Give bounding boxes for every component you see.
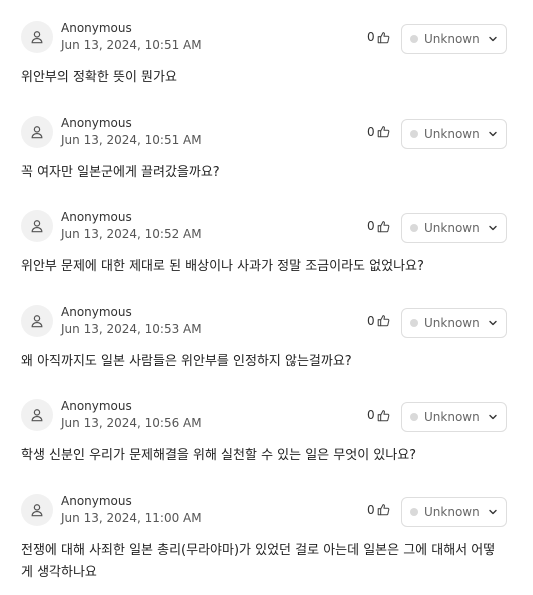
chevron-down-icon (489, 225, 497, 231)
like-button[interactable]: 0 (367, 314, 390, 328)
chevron-down-icon (489, 415, 497, 420)
question-text: 학생 신분인 우리가 문제해결을 위해 실천할 수 있는 일은 무엇이 있나요? (21, 448, 417, 464)
status-label: Unknown (424, 126, 480, 141)
timestamp: Jun 13, 2024, 11:00 AM (61, 510, 202, 525)
question-item: Anonymous Jun 13, 2024, 10:56 AM 0 Unkno… (0, 378, 533, 473)
status-dot-icon (410, 35, 418, 43)
status-dropdown[interactable]: Unknown (401, 24, 507, 54)
thumbs-up-icon (377, 504, 389, 516)
user-icon (31, 31, 43, 44)
question-item: Anonymous Jun 13, 2024, 11:00 AM 0 Unkno… (0, 473, 533, 580)
timestamp: Jun 13, 2024, 10:56 AM (61, 416, 202, 431)
author-name: Anonymous (61, 210, 132, 225)
status-dot-icon (410, 507, 418, 516)
status-dropdown[interactable]: Unknown (401, 402, 507, 433)
status-label: Unknown (424, 410, 480, 425)
thumbs-up-icon (377, 409, 389, 422)
avatar (21, 399, 53, 432)
user-icon (31, 409, 43, 422)
like-button[interactable]: 0 (367, 219, 390, 233)
like-count: 0 (367, 313, 375, 328)
thumbs-up-icon (377, 126, 389, 138)
status-label: Unknown (424, 504, 480, 519)
status-dot-icon (410, 318, 418, 327)
question-text: 위안부 문제에 대한 제대로 된 배상이나 사과가 정말 조금이라도 없었나요? (21, 259, 424, 275)
thumbs-up-icon (377, 220, 389, 232)
author-name: Anonymous (61, 493, 132, 508)
status-dot-icon (410, 129, 418, 138)
question-text: 위안부의 정확한 뜻이 뭔가요 (21, 70, 177, 85)
status-label: Unknown (424, 221, 480, 236)
avatar (21, 210, 53, 243)
like-count: 0 (367, 30, 375, 44)
status-dot-icon (410, 413, 418, 422)
question-item: Anonymous Jun 13, 2024, 10:53 AM 0 Unkno… (0, 284, 533, 379)
thumbs-up-icon (377, 315, 389, 327)
status-label: Unknown (424, 32, 480, 46)
like-button[interactable]: 0 (367, 30, 390, 44)
status-dropdown[interactable]: Unknown (401, 118, 507, 149)
user-icon (31, 504, 43, 517)
question-item: Anonymous Jun 13, 2024, 10:51 AM 0 Unkno… (0, 95, 533, 190)
chevron-down-icon (489, 36, 497, 42)
like-button[interactable]: 0 (367, 125, 390, 139)
thumbs-up-icon (377, 31, 389, 43)
author-name: Anonymous (61, 115, 132, 130)
avatar (21, 304, 53, 337)
like-button[interactable]: 0 (367, 408, 390, 422)
author-name: Anonymous (61, 399, 132, 414)
status-dropdown[interactable]: Unknown (401, 213, 507, 244)
timestamp: Jun 13, 2024, 10:51 AM (61, 132, 202, 147)
question-item: Anonymous Jun 13, 2024, 10:52 AM 0 Unkno… (0, 189, 533, 284)
status-dropdown[interactable]: Unknown (401, 307, 507, 338)
like-button[interactable]: 0 (367, 503, 390, 517)
avatar (21, 493, 53, 526)
status-label: Unknown (424, 315, 480, 330)
like-count: 0 (367, 502, 375, 517)
like-count: 0 (367, 408, 375, 423)
question-text: 꼭 여자만 일본군에게 끌려갔을까요? (21, 164, 220, 180)
question-text: 전쟁에 대해 사죄한 일본 총리(무라야마)가 있었던 걸로 아는데 일본은 그… (21, 542, 496, 580)
author-name: Anonymous (61, 21, 132, 35)
author-name: Anonymous (61, 304, 132, 319)
user-icon (31, 125, 43, 138)
timestamp: Jun 13, 2024, 10:53 AM (61, 321, 202, 336)
timestamp: Jun 13, 2024, 10:52 AM (61, 227, 202, 242)
avatar (21, 21, 53, 53)
question-item: Anonymous Jun 13, 2024, 10:51 AM 0 Unkno… (0, 0, 533, 95)
user-icon (31, 314, 43, 328)
chevron-down-icon (489, 131, 497, 136)
timestamp: Jun 13, 2024, 10:51 AM (61, 38, 202, 52)
chevron-down-icon (489, 509, 497, 515)
status-dot-icon (410, 224, 418, 233)
chevron-down-icon (489, 320, 497, 325)
question-text: 왜 아직까지도 일본 사람들은 위안부를 인정하지 않는걸까요? (21, 353, 352, 369)
user-icon (31, 220, 43, 233)
like-count: 0 (367, 219, 375, 234)
like-count: 0 (367, 124, 375, 139)
status-dropdown[interactable]: Unknown (401, 496, 507, 527)
question-feed: Anonymous Jun 13, 2024, 10:51 AM 0 Unkno… (0, 0, 533, 580)
avatar (21, 115, 53, 148)
